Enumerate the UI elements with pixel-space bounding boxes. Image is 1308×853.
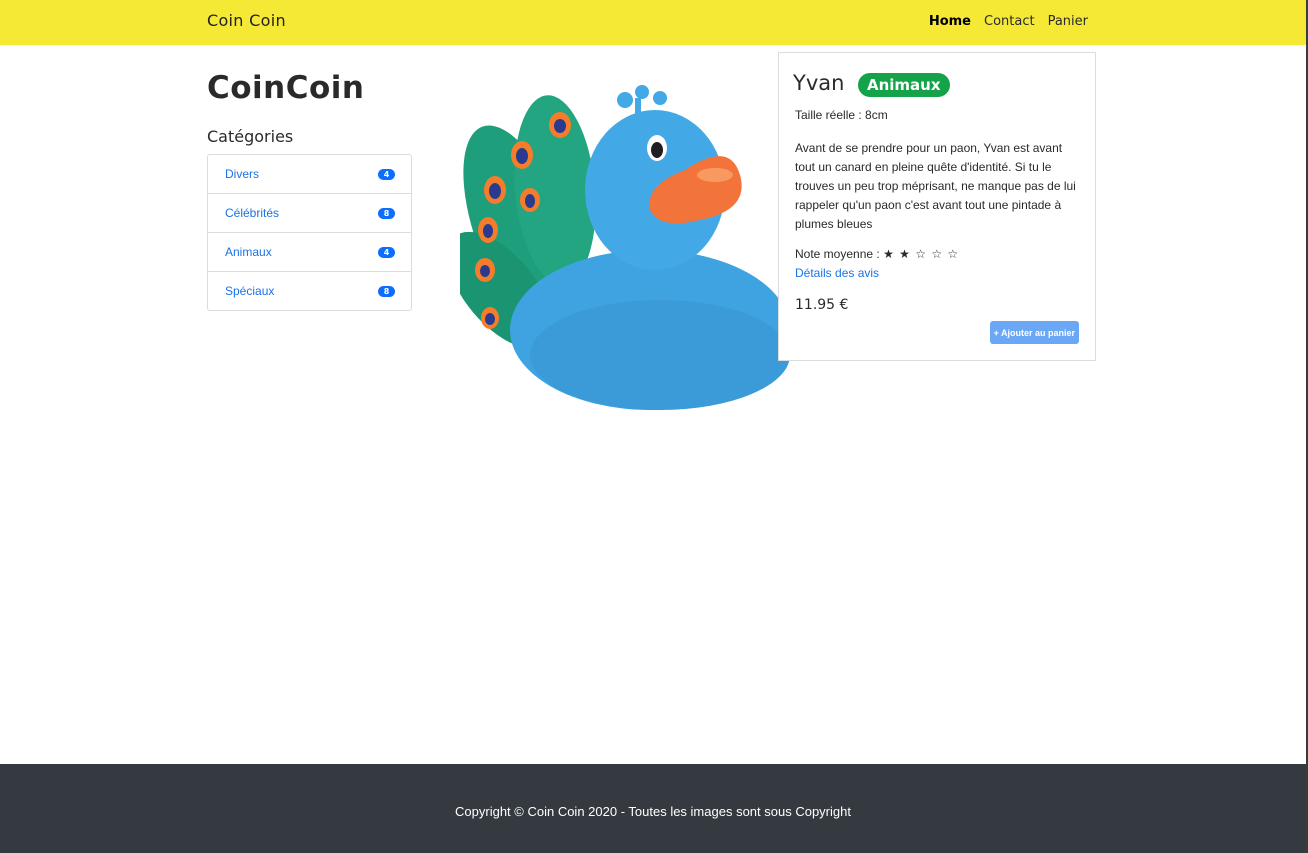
site-title: CoinCoin <box>207 70 365 106</box>
product-image-peacock-duck <box>460 85 790 410</box>
rating-label: Note moyenne : <box>795 247 880 261</box>
reviews-details-link[interactable]: Détails des avis <box>795 266 879 280</box>
category-count-badge: 8 <box>378 207 395 219</box>
product-description: Avant de se prendre pour un paon, Yvan e… <box>795 141 1076 231</box>
product-size: Taille réelle : 8cm <box>795 108 888 122</box>
product-price: 11.95 € <box>795 297 849 313</box>
product-name: Yvan <box>793 71 845 95</box>
category-count-badge: 8 <box>378 285 395 297</box>
copyright-text: Copyright © Coin Coin 2020 - Toutes les … <box>455 804 851 819</box>
category-item-divers[interactable]: Divers 4 <box>208 155 411 194</box>
brand-link[interactable]: Coin Coin <box>207 11 286 30</box>
page-footer: Copyright © Coin Coin 2020 - Toutes les … <box>0 764 1306 853</box>
categories-list: Divers 4 Célébrités 8 Animaux 4 Spéciaux… <box>207 154 412 311</box>
add-to-cart-button[interactable]: + Ajouter au panier <box>989 321 1079 344</box>
category-label[interactable]: Animaux <box>225 245 272 259</box>
product-category-badge: Animaux <box>858 73 950 97</box>
category-label[interactable]: Divers <box>225 167 259 181</box>
nav-contact-link[interactable]: Contact <box>984 14 1035 29</box>
nav-cart-link[interactable]: Panier <box>1048 14 1088 29</box>
category-label[interactable]: Célébrités <box>225 206 279 220</box>
category-item-speciaux[interactable]: Spéciaux 8 <box>208 272 411 310</box>
nav-home-link[interactable]: Home <box>929 14 971 29</box>
category-label[interactable]: Spéciaux <box>225 284 274 298</box>
category-count-badge: 4 <box>378 246 395 258</box>
rating-stars: ★ ★ ☆ ☆ ☆ <box>883 247 960 261</box>
rating-line: Note moyenne : ★ ★ ☆ ☆ ☆ <box>795 247 959 261</box>
nav-links: Home Contact Panier <box>929 14 1088 29</box>
category-item-celebrites[interactable]: Célébrités 8 <box>208 194 411 233</box>
category-count-badge: 4 <box>378 168 395 180</box>
category-item-animaux[interactable]: Animaux 4 <box>208 233 411 272</box>
top-navbar: Coin Coin Home Contact Panier <box>0 0 1306 45</box>
categories-heading: Catégories <box>207 127 294 146</box>
product-card: Yvan Animaux Taille réelle : 8cm Avant d… <box>778 52 1096 361</box>
